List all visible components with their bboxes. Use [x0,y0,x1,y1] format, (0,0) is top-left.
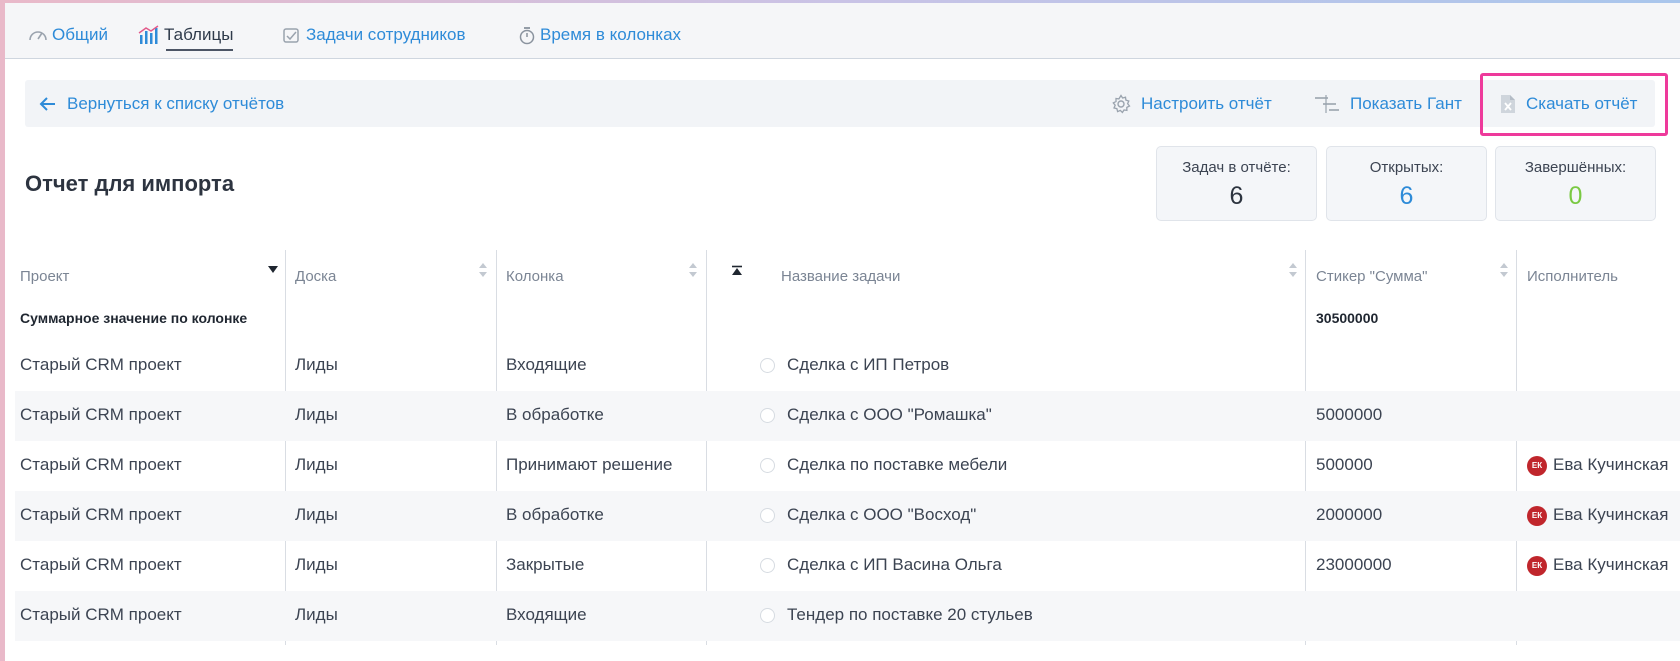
cell-board: Лиды [295,605,338,624]
tab-label: Таблицы [164,25,234,44]
stat-total-tasks: Задач в отчёте: 6 [1156,146,1317,221]
tab-label: Задачи сотрудников [306,25,466,44]
avatar[interactable]: ЕК [1527,556,1547,576]
cell-task-name[interactable]: Сделка с ООО "Восход" [787,505,976,525]
sort-icon[interactable] [1288,262,1298,278]
stat-value: 6 [1399,182,1414,210]
report-table: Проект Доска Колонка Название задачи Сти… [15,250,1680,641]
back-label: Вернуться к списку отчётов [67,94,285,113]
configure-report-button[interactable]: Настроить отчёт [1111,93,1272,115]
table-row[interactable]: Старый CRM проект Лиды Входящие Сделка с… [15,341,1680,391]
avatar[interactable]: ЕК [1527,456,1547,476]
table-row[interactable]: Старый CRM проект Лиды Принимают решение… [15,441,1680,491]
task-status-radio[interactable] [760,608,775,623]
cell-task-name[interactable]: Тендер по поставке 20 стульев [787,605,1033,625]
sort-icon[interactable] [1499,262,1509,278]
task-status-radio[interactable] [760,458,775,473]
tab-label: Общий [52,25,108,44]
report-action-bar: Вернуться к списку отчётов Настроить отч… [25,80,1655,127]
cell-project: Старый CRM проект [20,455,182,474]
sort-desc-icon[interactable] [268,262,278,276]
tab-time-in-columns[interactable]: Время в колонках [518,23,681,47]
active-tab-underline [166,49,234,51]
cell-board: Лиды [295,405,338,424]
cell-sum: 500000 [1316,455,1373,474]
gantt-icon [1315,95,1339,113]
checklist-icon [283,28,299,43]
table-row[interactable]: Старый CRM проект Лиды В обработке Сделк… [15,391,1680,441]
column-header-column[interactable]: Колонка [506,268,564,285]
stat-label: Задач в отчёте: [1182,159,1291,176]
table-row[interactable]: Старый CRM проект Лиды В обработке Сделк… [15,491,1680,541]
app-window: Общий Таблицы Задачи сотрудников Время в… [5,3,1680,661]
back-to-reports-link[interactable]: Вернуться к списку отчётов [39,93,284,115]
task-status-radio[interactable] [760,508,775,523]
column-header-task-name[interactable]: Название задачи [781,268,900,285]
bar-chart-icon [138,25,159,44]
tab-label: Время в колонках [540,25,682,44]
arrow-left-icon [39,97,55,111]
cell-column: Входящие [506,605,587,624]
column-header-project[interactable]: Проект [20,268,69,285]
cell-column: В обработке [506,405,604,424]
table-row[interactable]: Старый CRM проект Лиды Входящие Тендер п… [15,591,1680,641]
stat-value: 6 [1229,182,1244,210]
gauge-icon [29,31,47,41]
stat-open-tasks: Открытых: 6 [1326,146,1487,221]
cell-board: Лиды [295,505,338,524]
stat-completed-tasks: Завершённых: 0 [1495,146,1656,221]
cell-board: Лиды [295,455,338,474]
cell-task-name[interactable]: Сделка с ИП Васина Ольга [787,555,1002,575]
gear-icon [1112,94,1131,114]
tab-employee-tasks[interactable]: Задачи сотрудников [282,23,465,47]
cell-column: Входящие [506,355,587,374]
task-status-radio[interactable] [760,558,775,573]
cell-project: Старый CRM проект [20,405,182,424]
download-highlight-frame [1480,73,1668,136]
collapse-top-icon[interactable] [731,265,743,277]
cell-column: В обработке [506,505,604,524]
cell-sum: 2000000 [1316,505,1383,524]
tab-bar: Общий Таблицы Задачи сотрудников Время в… [5,3,1680,59]
cell-project: Старый CRM проект [20,505,182,524]
column-header-sum-sticker[interactable]: Стикер "Сумма" [1316,268,1427,285]
gantt-label: Показать Гант [1350,94,1462,113]
tab-general[interactable]: Общий [28,23,108,47]
cell-assignee[interactable]: Ева Кучинская [1553,505,1668,525]
column-header-assignee[interactable]: Исполнитель [1527,268,1618,285]
column-header-board[interactable]: Доска [295,268,336,285]
tab-tables[interactable]: Таблицы [138,23,234,51]
table-row[interactable]: Старый CRM проект Лиды Закрытые Сделка с… [15,541,1680,591]
cell-task-name[interactable]: Сделка по поставке мебели [787,455,1007,475]
cell-sum: 5000000 [1316,405,1383,424]
cell-column: Закрытые [506,555,585,574]
cell-board: Лиды [295,355,338,374]
configure-label: Настроить отчёт [1141,94,1272,113]
cell-board: Лиды [295,555,338,574]
cell-assignee[interactable]: Ева Кучинская [1553,555,1668,575]
avatar[interactable]: ЕК [1527,506,1547,526]
report-title: Отчет для импорта [25,171,235,196]
cell-sum: 23000000 [1316,555,1392,574]
summary-row: Суммарное значение по колонке 30500000 [15,296,1680,341]
sort-icon[interactable] [688,262,698,278]
sort-icon[interactable] [478,262,488,278]
cell-assignee[interactable]: Ева Кучинская [1553,455,1668,475]
cell-project: Старый CRM проект [20,355,182,374]
table-header: Проект Доска Колонка Название задачи Сти… [15,250,1680,296]
stopwatch-icon [519,27,535,45]
summary-label: Суммарное значение по колонке [20,310,248,326]
cell-project: Старый CRM проект [20,605,182,624]
task-status-radio[interactable] [760,408,775,423]
cell-column: Принимают решение [506,455,673,474]
cell-project: Старый CRM проект [20,555,182,574]
cell-task-name[interactable]: Сделка с ИП Петров [787,355,949,375]
summary-sum: 30500000 [1316,310,1379,326]
stat-value: 0 [1568,182,1583,210]
stat-label: Открытых: [1369,159,1444,176]
cell-task-name[interactable]: Сделка с ООО "Ромашка" [787,405,992,425]
stat-label: Завершённых: [1524,159,1627,176]
task-status-radio[interactable] [760,358,775,373]
show-gantt-button[interactable]: Показать Гант [1314,93,1462,115]
